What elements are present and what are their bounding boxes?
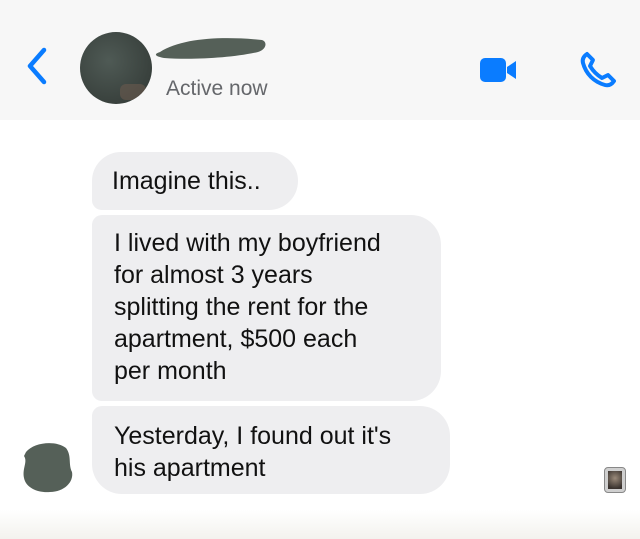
bottom-edge	[0, 510, 640, 539]
message-text: I lived with my boyfriend for almost 3 y…	[114, 229, 381, 385]
redacted-contact-name	[155, 38, 266, 59]
message-bubble[interactable]: Imagine this..	[92, 152, 298, 210]
sender-avatar	[19, 439, 73, 493]
message-bubble[interactable]: I lived with my boyfriend for almost 3 y…	[92, 215, 441, 401]
contact-avatar[interactable]	[80, 32, 152, 104]
phone-icon	[580, 52, 616, 88]
read-receipt-photo	[608, 471, 622, 489]
video-camera-icon	[480, 58, 516, 82]
avatar-photo-detail	[120, 84, 146, 100]
message-bubble[interactable]: Yesterday, I found out it's his apartmen…	[92, 406, 450, 494]
message-text: Imagine this..	[112, 167, 261, 195]
back-button[interactable]	[22, 44, 52, 88]
chevron-left-icon	[27, 47, 47, 85]
message-text: Yesterday, I found out it's his apartmen…	[114, 422, 392, 482]
read-receipt-avatar	[604, 467, 626, 493]
active-status: Active now	[166, 77, 268, 100]
video-call-button[interactable]	[478, 55, 518, 85]
voice-call-button[interactable]	[578, 50, 618, 90]
chat-header: Active now	[0, 0, 640, 120]
